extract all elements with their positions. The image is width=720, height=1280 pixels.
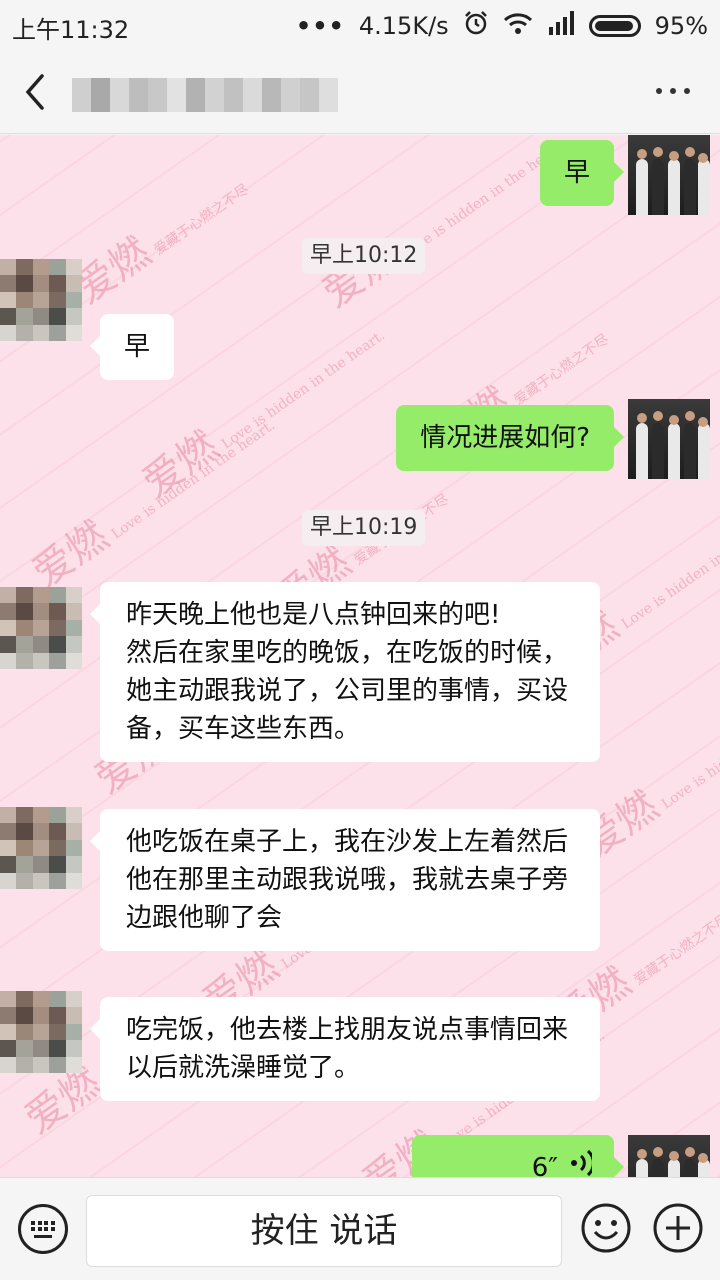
keyboard-icon[interactable]	[18, 1204, 68, 1254]
message-bubble-incoming[interactable]: 吃完饭，他去楼上找朋友说点事情回来以后就洗澡睡觉了。	[90, 997, 600, 1101]
message-bubble-outgoing[interactable]: 早	[539, 140, 625, 206]
battery-icon	[588, 15, 641, 37]
dots-icon: •••	[295, 12, 345, 40]
status-icons: ••• 4.15K/s 95%	[296, 10, 708, 42]
watermark: 爱燃Love is hidden in the heart.	[314, 137, 569, 317]
chevron-left-icon[interactable]	[18, 70, 58, 114]
my-avatar[interactable]	[628, 135, 710, 215]
wifi-icon	[503, 11, 533, 41]
signal-icon	[547, 11, 575, 41]
chat-area[interactable]: 爱燃爱藏于心燃之不尽 爱燃Love is hidden in the heart…	[0, 135, 720, 1177]
contact-avatar[interactable]	[0, 259, 82, 341]
message-bubble-incoming[interactable]: 他吃饭在桌子上，我在沙发上左着然后他在那里主动跟我说哦，我就去桌子旁边跟他聊了会	[90, 809, 600, 951]
my-avatar[interactable]	[628, 399, 710, 479]
voice-wave-icon	[566, 1148, 595, 1178]
chat-header	[0, 50, 720, 134]
voice-message-bubble[interactable]: 6″	[412, 1135, 624, 1178]
watermark: 爱燃Love is hidden in the heart.	[24, 417, 279, 597]
voice-duration: 6″	[531, 1153, 558, 1177]
emoji-icon[interactable]	[580, 1202, 632, 1254]
contact-name-blurred	[72, 78, 338, 112]
my-avatar[interactable]	[628, 1135, 710, 1177]
battery-percent: 95%	[654, 12, 708, 40]
alarm-icon	[463, 10, 489, 42]
plus-icon[interactable]	[652, 1202, 704, 1254]
more-dots-icon[interactable]	[656, 88, 690, 94]
status-time: 上午11:32	[12, 16, 130, 44]
message-timestamp: 早上10:12	[302, 238, 426, 274]
message-bubble-incoming[interactable]: 昨天晚上他也是八点钟回来的吧! 然后在家里吃的晚饭，在吃饭的时候，她主动跟我说了…	[90, 582, 600, 762]
message-bubble-incoming[interactable]: 早	[89, 314, 175, 380]
contact-avatar[interactable]	[0, 807, 82, 889]
contact-avatar[interactable]	[0, 587, 82, 669]
message-timestamp: 早上10:19	[302, 510, 426, 546]
network-speed: 4.15K/s	[358, 12, 449, 40]
message-bubble-outgoing[interactable]: 情况进展如何?	[396, 405, 624, 471]
hold-to-talk-button[interactable]: 按住 说话	[86, 1195, 562, 1267]
status-bar: 上午11:32 ••• 4.15K/s 95%	[0, 0, 720, 50]
watermark: 爱燃爱藏于心燃之不尽	[67, 181, 253, 313]
contact-avatar[interactable]	[0, 991, 82, 1073]
input-bar: 按住 说话	[0, 1177, 720, 1280]
